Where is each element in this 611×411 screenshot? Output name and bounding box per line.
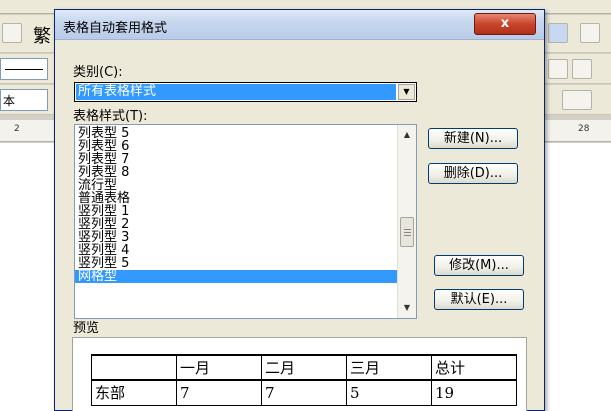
category-dropdown[interactable]: 所有表格样式 ▼ — [74, 82, 417, 102]
ruler-number-left: 2 — [14, 124, 20, 134]
ruler-number-right: 28 — [578, 124, 590, 134]
font-box[interactable]: 本 — [0, 89, 48, 111]
help-icon[interactable] — [548, 23, 568, 43]
scroll-down-icon[interactable]: ▼ — [399, 300, 415, 316]
table-row: 一月 二月 三月 总计 — [91, 354, 517, 381]
table-styles-list[interactable]: 列表型 5 列表型 6 列表型 7 列表型 8 流行型 普通表格 竖列型 1 竖… — [74, 124, 417, 319]
close-button[interactable]: x — [474, 13, 536, 35]
dialog-titlebar[interactable]: 表格自动套用格式 x — [55, 10, 544, 40]
table-cell: 19 — [431, 379, 517, 406]
preview-table: 一月 二月 三月 总计 东部 7 7 5 19 — [91, 354, 517, 406]
font-value: 本 — [3, 94, 16, 108]
table-row: 东部 7 7 5 19 — [91, 379, 517, 406]
list-item[interactable]: 竖列型 5 — [75, 257, 397, 270]
modify-button[interactable]: 修改(M)... — [434, 255, 524, 276]
list-item-selected[interactable]: 网格型 — [75, 270, 397, 283]
table-cell: 7 — [176, 379, 262, 406]
table-cell: 7 — [261, 379, 347, 406]
scroll-thumb[interactable] — [400, 217, 414, 247]
new-button[interactable]: 新建(N)... — [428, 128, 518, 149]
scroll-up-icon[interactable]: ▲ — [399, 127, 415, 143]
close-icon: x — [500, 16, 510, 31]
preview-label: 预览 — [73, 321, 100, 336]
table-cell: 东部 — [91, 379, 177, 406]
table-styles-label: 表格样式(T): — [73, 109, 148, 124]
table-cell: 一月 — [176, 354, 262, 381]
chevron-down-icon[interactable]: ▼ — [398, 84, 415, 100]
traditional-chinese-button[interactable]: 繁 — [33, 22, 51, 48]
zoom-icon[interactable] — [580, 23, 600, 43]
table-cell: 二月 — [261, 354, 347, 381]
category-label: 类别(C): — [73, 65, 123, 80]
preview-pane: 一月 二月 三月 总计 东部 7 7 5 19 — [72, 337, 527, 411]
insert-table-icon[interactable] — [572, 59, 592, 79]
line-style-box[interactable] — [0, 58, 48, 80]
dialog-title: 表格自动套用格式 — [63, 21, 168, 36]
table-cell: 5 — [346, 379, 432, 406]
list-item[interactable]: 列表型 8 — [75, 166, 397, 179]
style-items: 列表型 5 列表型 6 列表型 7 列表型 8 流行型 普通表格 竖列型 1 竖… — [75, 125, 397, 283]
search-icon[interactable] — [2, 23, 22, 43]
category-value: 所有表格样式 — [76, 84, 396, 100]
table-cell: 三月 — [346, 354, 432, 381]
table-autoformat-dialog: 表格自动套用格式 x 类别(C): 所有表格样式 ▼ 表格样式(T): 列表型 … — [54, 9, 545, 411]
list-scrollbar[interactable]: ▲ ▼ — [397, 125, 416, 318]
highlight-icon[interactable] — [562, 90, 592, 110]
table-cell: 总计 — [431, 354, 517, 381]
default-button[interactable]: 默认(E)... — [434, 289, 524, 310]
delete-button[interactable]: 删除(D)... — [428, 163, 518, 184]
table-autoformat-icon[interactable] — [548, 59, 568, 79]
table-cell — [91, 354, 177, 381]
